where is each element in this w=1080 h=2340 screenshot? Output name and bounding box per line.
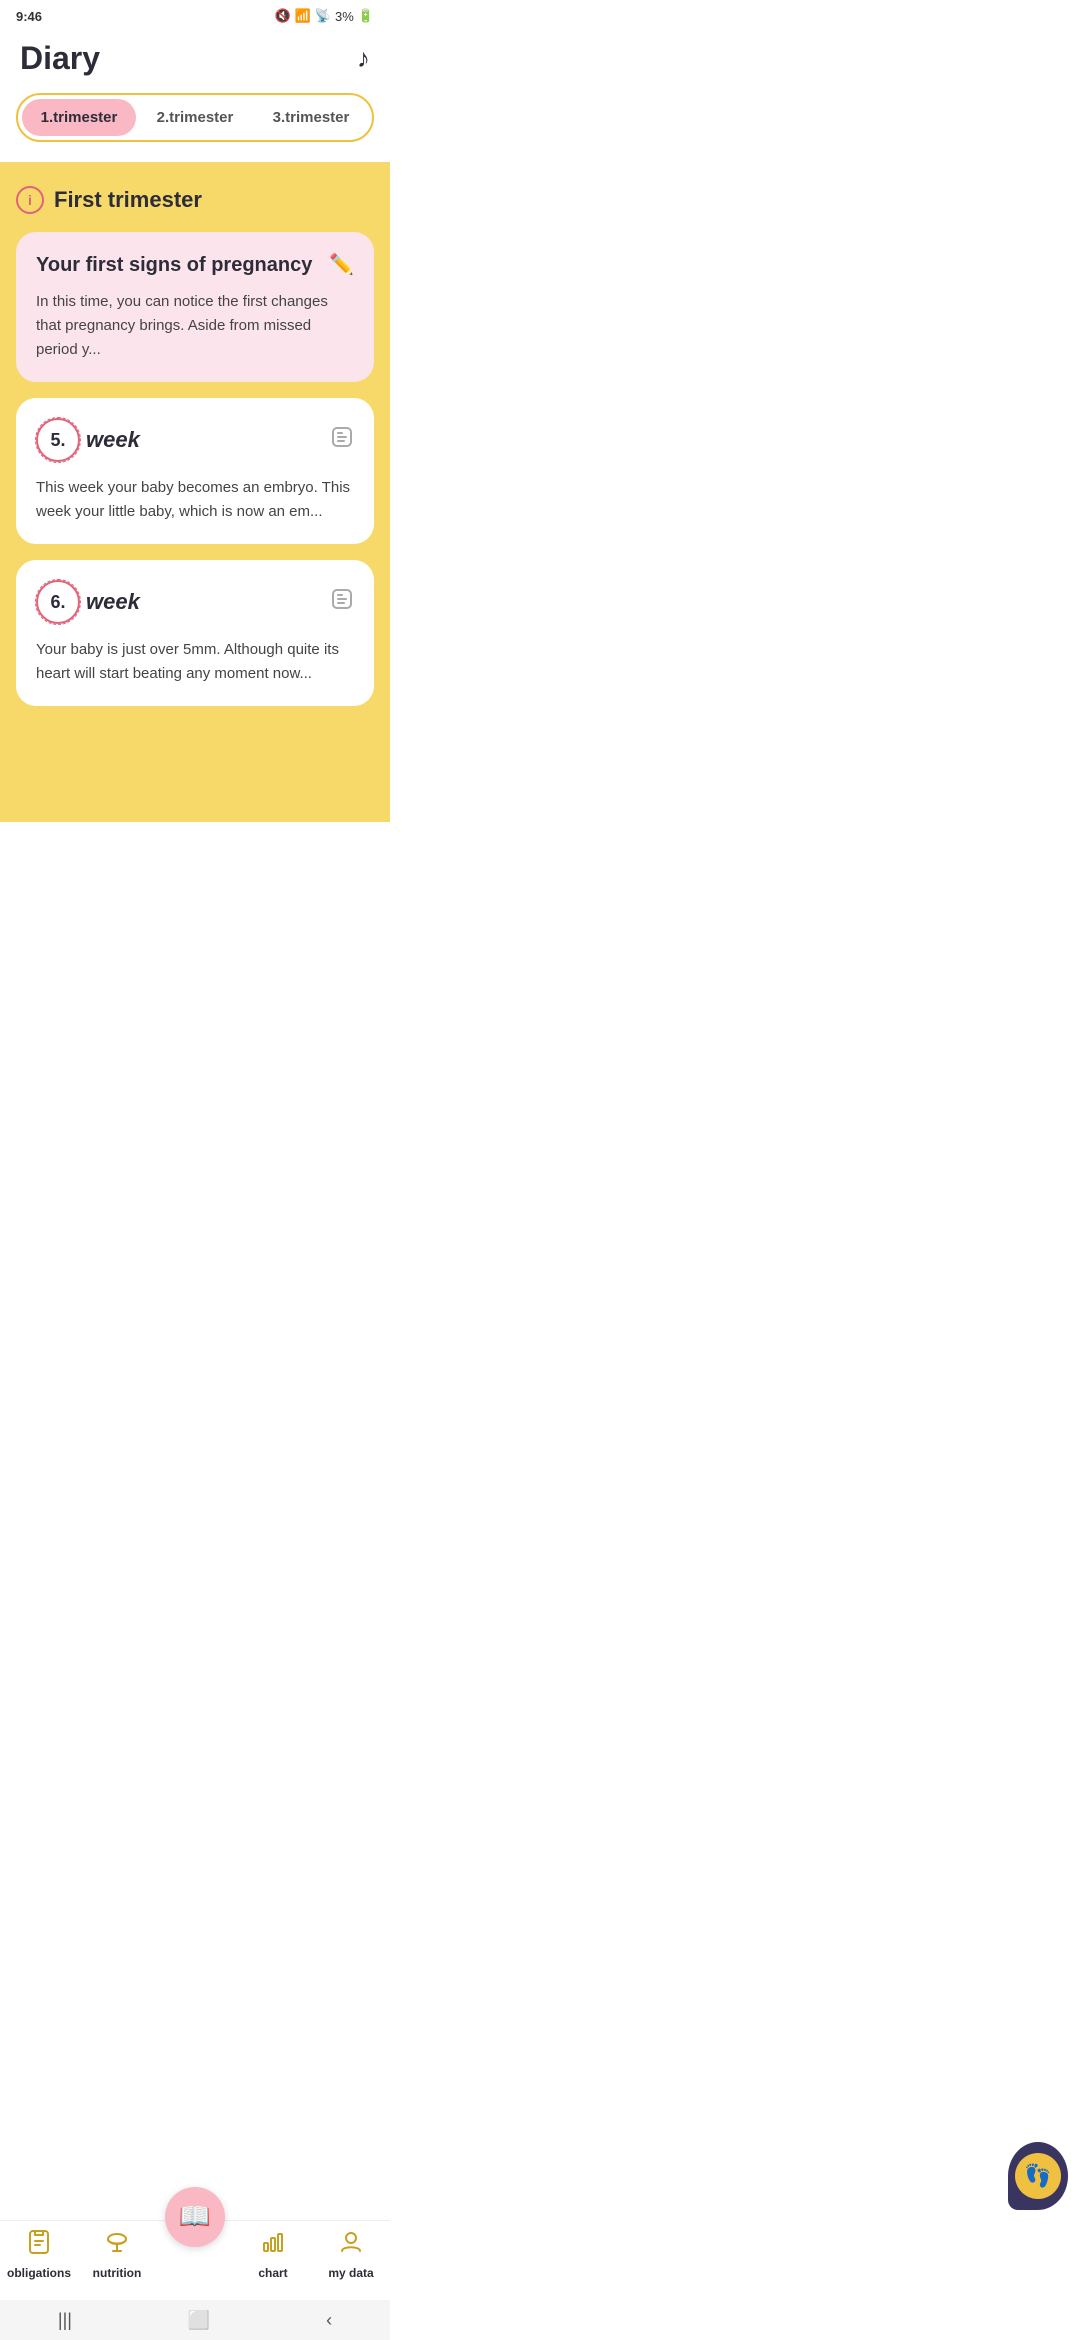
tab-trimester-2[interactable]: 2.trimester xyxy=(138,99,252,136)
battery-text: 3% xyxy=(335,9,354,24)
nav-item-mydata[interactable]: my data xyxy=(312,2229,390,2280)
week5-number-circle: 5. xyxy=(36,418,80,462)
nav-item-nutrition[interactable]: nutrition xyxy=(78,2229,156,2280)
section-title-text: First trimester xyxy=(54,187,202,213)
week5-text: This week your baby becomes an embryo. T… xyxy=(36,476,354,524)
week5-number: 5. xyxy=(50,430,65,451)
nutrition-icon xyxy=(104,2229,130,2262)
status-icons: 🔇 📶 📡 3% 🔋 xyxy=(274,8,374,24)
week6-header: 6. week xyxy=(36,580,354,624)
week5-header: 5. week xyxy=(36,418,354,462)
chart-icon xyxy=(260,2229,286,2262)
music-icon[interactable]: ♪ xyxy=(357,43,370,74)
week6-badge: 6. week xyxy=(36,580,140,624)
header: Diary ♪ xyxy=(0,28,390,93)
nutrition-label: nutrition xyxy=(93,2266,142,2280)
week5-badge: 5. week xyxy=(36,418,140,462)
week5-card[interactable]: 5. week This week your baby becomes an e… xyxy=(16,398,374,544)
signal-icon: 📡 xyxy=(315,8,331,24)
info-icon: i xyxy=(16,186,44,214)
battery-icon: 🔋 xyxy=(358,8,374,24)
trimester-tabs-container: 1.trimester 2.trimester 3.trimester xyxy=(0,93,390,162)
chat-float-icon: 👣 xyxy=(1015,2153,1061,2199)
android-back-button[interactable]: ||| xyxy=(58,2310,72,2331)
week6-edit-icon[interactable] xyxy=(330,587,354,617)
first-signs-text: In this time, you can notice the first c… xyxy=(36,290,354,362)
chart-label: chart xyxy=(258,2266,287,2280)
bottom-nav: obligations nutrition 📖 chart xyxy=(0,2220,390,2300)
chat-float-button[interactable]: 👣 xyxy=(1008,2142,1068,2210)
week6-card[interactable]: 6. week Your baby is just over 5mm. Alth… xyxy=(16,560,374,706)
status-time: 9:46 xyxy=(16,9,42,24)
week5-label: week xyxy=(86,427,140,453)
android-home-button[interactable]: ⬜ xyxy=(188,2310,210,2331)
section-title-row: i First trimester xyxy=(16,186,374,214)
first-signs-title: Your first signs of pregnancy xyxy=(36,252,321,278)
trimester-tabs: 1.trimester 2.trimester 3.trimester xyxy=(16,93,374,142)
week5-edit-icon[interactable] xyxy=(330,425,354,455)
tab-trimester-1[interactable]: 1.trimester xyxy=(22,99,136,136)
wifi-icon: 📶 xyxy=(295,8,311,24)
mute-icon: 🔇 xyxy=(274,8,290,24)
obligations-label: obligations xyxy=(7,2266,71,2280)
page-title: Diary xyxy=(20,40,100,77)
mydata-icon xyxy=(338,2229,364,2262)
nav-item-obligations[interactable]: obligations xyxy=(0,2229,78,2280)
nav-item-chart[interactable]: chart xyxy=(234,2229,312,2280)
week6-number-circle: 6. xyxy=(36,580,80,624)
week6-label: week xyxy=(86,589,140,615)
nav-center-button[interactable]: 📖 xyxy=(165,2187,225,2247)
tab-trimester-3[interactable]: 3.trimester xyxy=(254,99,368,136)
first-signs-card-header: Your first signs of pregnancy ✏️ xyxy=(36,252,354,278)
center-icon: 📖 xyxy=(179,2201,211,2232)
android-nav: ||| ⬜ ‹ xyxy=(0,2300,390,2340)
status-bar: 9:46 🔇 📶 📡 3% 🔋 xyxy=(0,0,390,28)
mydata-label: my data xyxy=(328,2266,373,2280)
first-signs-card[interactable]: Your first signs of pregnancy ✏️ In this… xyxy=(16,232,374,382)
android-recent-button[interactable]: ‹ xyxy=(326,2310,332,2331)
week6-text: Your baby is just over 5mm. Although qui… xyxy=(36,638,354,686)
obligations-icon xyxy=(26,2229,52,2262)
week6-number: 6. xyxy=(50,592,65,613)
main-content: i First trimester Your first signs of pr… xyxy=(0,162,390,822)
first-signs-edit-icon[interactable]: ✏️ xyxy=(329,252,354,277)
